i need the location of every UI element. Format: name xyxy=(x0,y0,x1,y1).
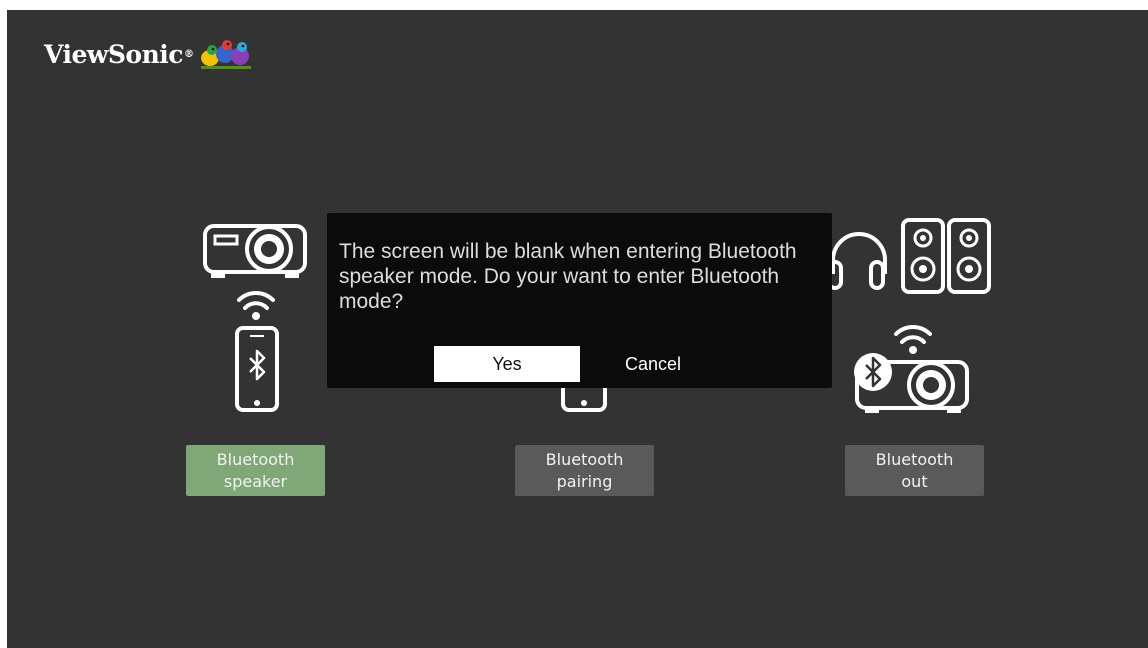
bluetooth-speaker-label-line1: Bluetooth xyxy=(216,449,295,469)
birds-logo-icon xyxy=(200,40,251,69)
brand-name: ViewSonic xyxy=(44,39,184,69)
bluetooth-pairing-label-line2: pairing xyxy=(556,471,613,491)
bluetooth-speaker-label-line2: speaker xyxy=(223,471,288,491)
bluetooth-pairing-label-line1: Bluetooth xyxy=(545,449,624,469)
cancel-button[interactable]: Cancel xyxy=(580,346,726,382)
projector-screen: ViewSonic ® Bluetooth speaker Bluetooth … xyxy=(7,10,1148,648)
projector-phone-bluetooth-icon xyxy=(203,224,307,412)
headphones-speakers-projector-icon xyxy=(827,218,991,413)
bluetooth-pairing-button[interactable]: Bluetooth pairing xyxy=(515,445,654,496)
bluetooth-out-label-line1: Bluetooth xyxy=(875,449,954,469)
bluetooth-out-button[interactable]: Bluetooth out xyxy=(845,445,984,496)
viewsonic-logo: ViewSonic ® xyxy=(44,34,254,74)
yes-button[interactable]: Yes xyxy=(434,346,580,382)
confirm-dialog: The screen will be blank when entering B… xyxy=(327,213,832,388)
registered-mark: ® xyxy=(184,48,194,60)
dialog-message: The screen will be blank when entering B… xyxy=(339,240,797,313)
bluetooth-out-label-line2: out xyxy=(901,471,928,491)
bluetooth-speaker-button[interactable]: Bluetooth speaker xyxy=(186,445,325,496)
